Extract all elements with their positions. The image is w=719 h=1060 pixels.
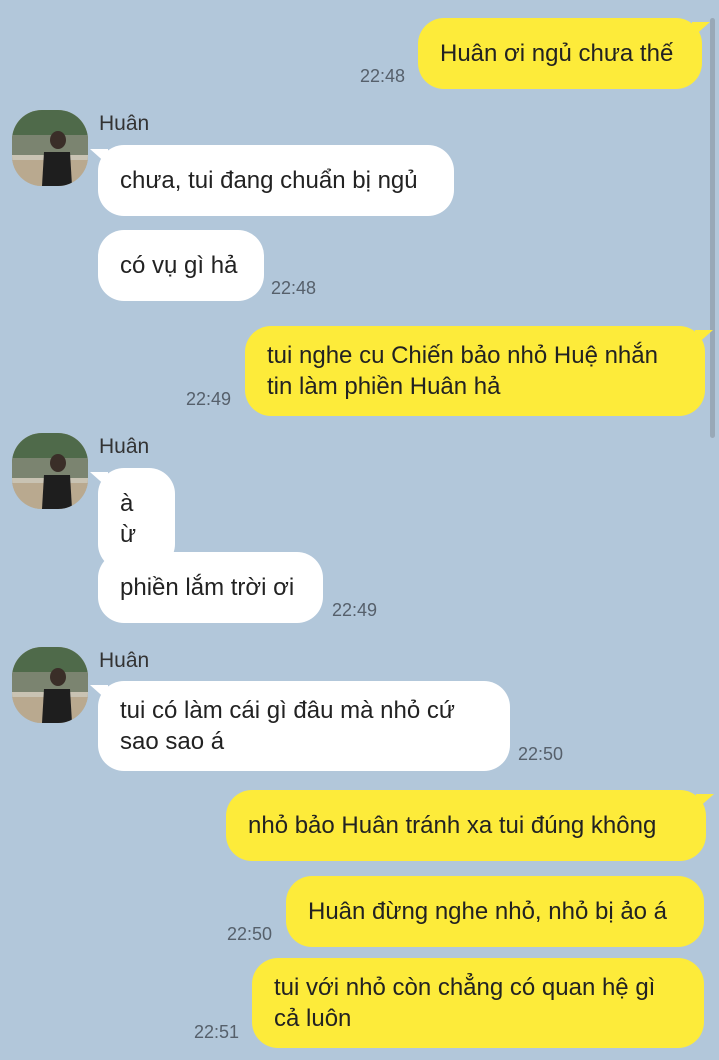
message-bubble-outgoing[interactable]: nhỏ bảo Huân tránh xa tui đúng không (226, 790, 714, 861)
message-text: nhỏ bảo Huân tránh xa tui đúng không (248, 812, 657, 839)
message-time: 22:50 (227, 924, 273, 944)
message-text: tui nghe cu Chiến bảo nhỏ Huệ nhắn tin l… (267, 342, 658, 400)
message-time: 22:50 (518, 744, 564, 764)
avatar-photo-icon (12, 647, 88, 723)
contact-name: Huân (99, 112, 150, 135)
message-text: phiền lắm trời ơi (120, 574, 295, 601)
contact-name: Huân (99, 649, 150, 672)
contact-avatar[interactable] (12, 433, 88, 509)
message-time: 22:48 (271, 278, 317, 298)
message-text: Huân đừng nghe nhỏ, nhỏ bị ảo á (308, 898, 668, 925)
message-text: tui với nhỏ còn chẳng có quan hệ gì cả l… (274, 974, 656, 1032)
message-bubble-incoming[interactable]: phiền lắm trời ơi (98, 552, 323, 623)
bubble-tail (90, 149, 108, 165)
bubble-tail (90, 472, 108, 488)
contact-avatar[interactable] (12, 110, 88, 186)
message-bubble-outgoing[interactable]: tui nghe cu Chiến bảo nhỏ Huệ nhắn tin l… (245, 326, 713, 416)
contact-avatar[interactable] (12, 647, 88, 723)
contact-name: Huân (99, 435, 150, 458)
message-text: chưa, tui đang chuẩn bị ngủ (120, 167, 418, 194)
bubble-tail (692, 22, 710, 38)
bubble-tail (695, 330, 713, 346)
message-bubble-incoming[interactable]: tui có làm cái gì đâu mà nhỏ cứ sao sao … (90, 681, 510, 771)
message-bubble-incoming[interactable]: có vụ gì hả (98, 230, 264, 301)
message-bubble-outgoing[interactable]: Huân ơi ngủ chưa thế (418, 18, 710, 89)
avatar-photo-icon (12, 110, 88, 186)
message-time: 22:49 (186, 389, 232, 409)
message-text: có vụ gì hả (120, 252, 238, 279)
avatar-photo-icon (12, 433, 88, 509)
message-text: tui có làm cái gì đâu mà nhỏ cứ sao sao … (120, 697, 455, 755)
message-time: 22:51 (194, 1022, 240, 1042)
message-bubble-outgoing[interactable]: tui với nhỏ còn chẳng có quan hệ gì cả l… (252, 958, 704, 1048)
message-time: 22:48 (360, 66, 406, 86)
message-text: à ừ (120, 490, 137, 548)
message-bubble-outgoing[interactable]: Huân đừng nghe nhỏ, nhỏ bị ảo á (286, 876, 704, 947)
message-bubble-incoming[interactable]: chưa, tui đang chuẩn bị ngủ (90, 145, 454, 216)
message-text: Huân ơi ngủ chưa thế (440, 40, 674, 67)
bubble-tail (90, 685, 108, 701)
message-time: 22:49 (332, 600, 378, 620)
bubble-tail (696, 794, 714, 810)
scrollbar[interactable] (710, 18, 715, 438)
